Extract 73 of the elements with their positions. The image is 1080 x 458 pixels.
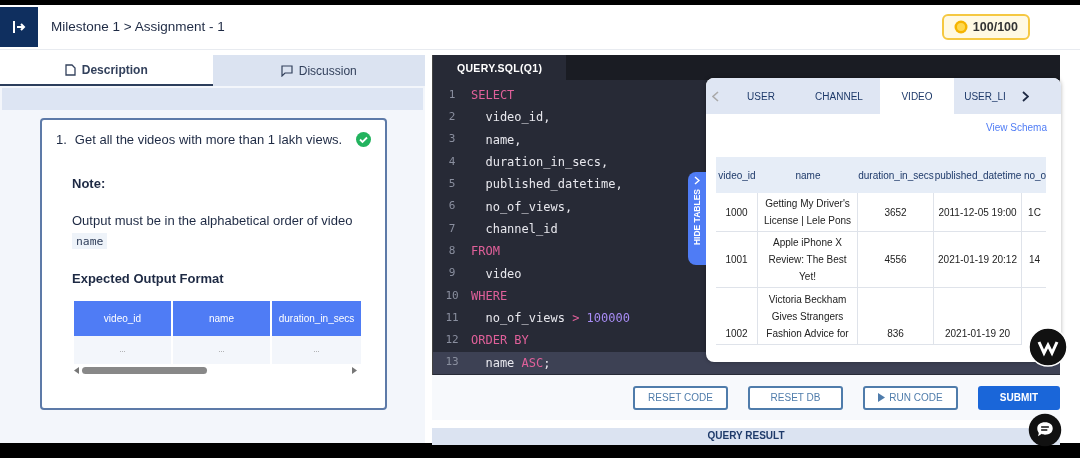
reset-button[interactable]: RESET DB (748, 385, 843, 410)
table-header: no_o (1022, 157, 1046, 193)
tab[interactable]: Discussion (212, 55, 425, 86)
table-cell: 4556 (858, 232, 934, 288)
note-label: Note: (72, 174, 107, 193)
line-number: 12 (444, 332, 460, 349)
table-cell: Getting My Driver's License | Lele Pons (758, 193, 858, 232)
section-title: Expected Output Format (72, 270, 225, 288)
code-line: SELECT (471, 87, 515, 105)
table-header: video_id (74, 300, 171, 336)
code-line: video_id, (484, 109, 551, 127)
table-tab[interactable]: USER_LI (954, 78, 1016, 114)
hide-tables-tab[interactable]: HIDE TABLES (688, 172, 706, 265)
line-number: 7 (447, 220, 457, 237)
table-header: duration_in_secs (272, 300, 361, 336)
table-cell: Victoria Beckham Gives Strangers Fashion Advice for (758, 288, 858, 345)
line-number: 13 (444, 354, 460, 371)
code-line: no_of_views, (484, 198, 573, 216)
code-line: name, (484, 131, 522, 149)
submit-button[interactable]: SUBMIT (978, 385, 1060, 410)
line-number: 4 (447, 153, 457, 170)
line-number: 5 (447, 176, 457, 193)
line-number: 1 (447, 86, 457, 103)
run-button[interactable]: RUN CODE (863, 385, 958, 410)
table-tab[interactable]: CHANNEL (798, 78, 880, 114)
question-text: Get all the videos with more than 1 lakh views. (74, 131, 344, 149)
tab[interactable]: Description (0, 55, 213, 86)
code-line: channel_id (484, 220, 558, 238)
reset-button[interactable]: RESET CODE (633, 385, 728, 410)
table-cell: 3652 (858, 193, 934, 232)
table-cell: Apple iPhone X Review: The Best Yet! (758, 232, 858, 288)
table-cell: 2011-12-05 19:00 (934, 193, 1022, 232)
line-number: 8 (447, 242, 457, 259)
line-number: 9 (447, 265, 457, 282)
line-number: 2 (447, 109, 457, 126)
table-cell: 14 (1022, 232, 1046, 288)
note-text: Output must be in the alphabetical order of video (72, 213, 353, 228)
table-cell: 1001 (716, 232, 758, 288)
breadcrumb: Milestone 1 > Assignment - 1 (51, 17, 225, 36)
table-header: name (758, 157, 858, 193)
table-tab[interactable]: VIDEO (880, 78, 954, 114)
code-line: published_datetime, (484, 176, 623, 194)
table-cell: 1C (1022, 193, 1046, 232)
table-cell: 1002 (716, 288, 758, 345)
table-cell: ... (173, 335, 270, 364)
table-cell: 836 (858, 288, 934, 345)
score-text: 100/100 (972, 18, 1018, 36)
table-cell: 2021-01-19 20 (934, 288, 1022, 345)
table-tab[interactable]: USER (724, 78, 798, 114)
code-line: ORDER BY (471, 332, 529, 350)
table-header: video_id (716, 157, 758, 193)
line-number: 11 (444, 309, 460, 326)
view-schema-link[interactable]: View Schema (986, 122, 1047, 133)
question-number: 1. (56, 131, 67, 149)
inline-code: name (72, 233, 108, 249)
table-cell: ... (74, 335, 171, 364)
query-result-bar[interactable]: QUERY RESULT (432, 428, 1060, 445)
table-header: name (173, 300, 270, 336)
table-header: duration_in_secs (858, 157, 934, 193)
file-tab[interactable]: QUERY.SQL(Q1) (433, 55, 567, 80)
code-line: name ASC; (484, 354, 551, 372)
line-number: 10 (444, 287, 460, 304)
code-line: duration_in_secs, (484, 154, 609, 172)
table-cell: 2021-01-19 20:12 (934, 232, 1022, 288)
table-header: published_datetime (934, 157, 1022, 193)
line-number: 6 (447, 198, 457, 215)
code-line: video (484, 265, 522, 283)
code-line: FROM (471, 243, 500, 261)
table-cell: ... (272, 335, 361, 364)
line-number: 3 (447, 131, 457, 148)
table-cell: 1000 (716, 193, 758, 232)
code-line: no_of_views > 100000 (484, 310, 630, 328)
code-line: WHERE (471, 287, 508, 305)
